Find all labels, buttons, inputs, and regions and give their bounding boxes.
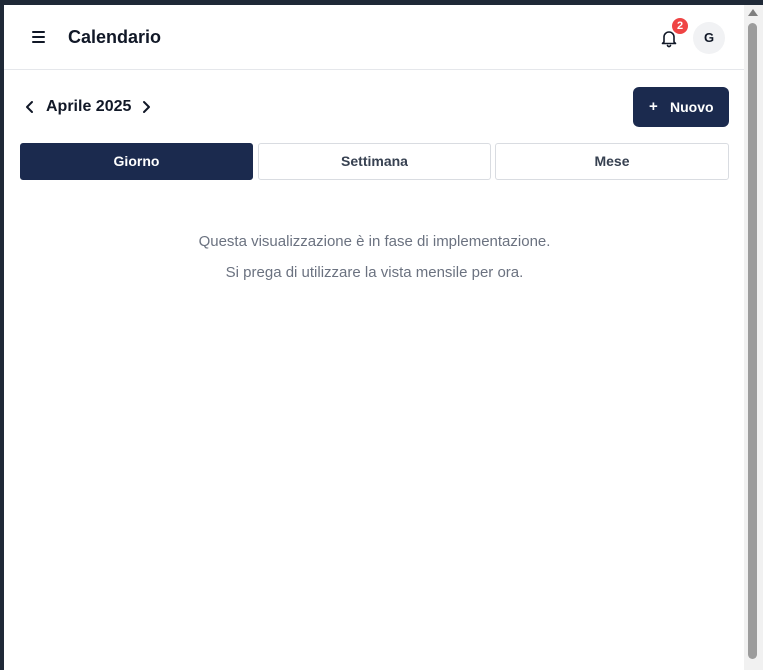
tab-week[interactable]: Settimana [258, 143, 491, 180]
month-label: Aprile 2025 [46, 98, 132, 115]
app-window: Calendario 2 G Aprile 2025 + Nuovo Giorn… [4, 5, 763, 670]
new-button-label: Nuovo [670, 99, 714, 115]
scroll-up-arrow-icon[interactable] [748, 9, 758, 16]
chevron-left-icon[interactable] [20, 97, 40, 117]
vertical-scrollbar[interactable] [744, 5, 763, 670]
hamburger-menu-icon[interactable] [32, 31, 46, 43]
scrollbar-thumb[interactable] [748, 23, 757, 659]
tab-month[interactable]: Mese [495, 143, 729, 180]
tab-day[interactable]: Giorno [20, 143, 253, 180]
avatar[interactable]: G [693, 22, 725, 54]
placeholder-hint: Si prega di utilizzare la vista mensile … [225, 264, 524, 281]
plus-icon: + [649, 98, 658, 115]
notification-badge: 2 [672, 18, 688, 34]
placeholder-message: Questa visualizzazione è in fase di impl… [198, 233, 551, 250]
top-bar: Calendario 2 G [4, 5, 744, 70]
new-event-button[interactable]: + Nuovo [633, 87, 729, 127]
view-tabs: Giorno Settimana Mese [20, 143, 729, 181]
chevron-right-icon[interactable] [136, 97, 156, 117]
page-title: Calendario [68, 27, 162, 47]
